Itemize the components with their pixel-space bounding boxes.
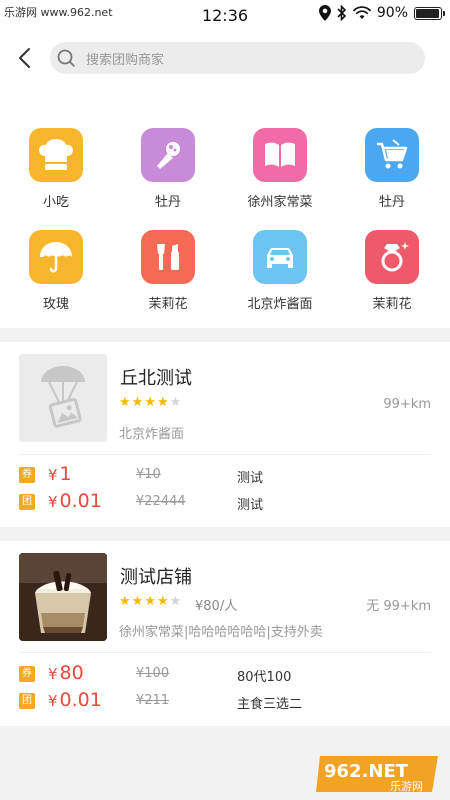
shop-distance: 无 99+km — [366, 599, 431, 614]
per-person-price: ¥80/人 — [195, 599, 238, 614]
battery-percent: 90% — [376, 5, 408, 21]
original-price: ¥100 — [136, 666, 170, 681]
category-tile — [365, 230, 419, 284]
car-icon — [267, 248, 293, 268]
book-icon — [265, 142, 295, 167]
category-item[interactable]: 徐州家常菜 — [224, 128, 336, 210]
star-filled-icon: ★ — [119, 594, 131, 609]
original-price: ¥10 — [136, 467, 161, 482]
star-empty-icon: ★ — [169, 594, 182, 609]
category-tile — [29, 128, 83, 182]
category-tile — [141, 230, 195, 284]
image-placeholder-icon — [41, 366, 85, 428]
search-placeholder: 搜索团购商家 — [86, 53, 165, 68]
divider — [19, 454, 431, 455]
deal-row[interactable]: 券 ¥80 ¥100 80代100 — [19, 662, 431, 686]
shop-card[interactable]: 测试店铺 ★ ★ ★ ★ ★ ¥80/人 无 99+km 徐州家常菜|哈哈哈哈哈哈|支持… — [0, 541, 450, 726]
star-filled-icon: ★ — [156, 395, 169, 410]
star-filled-icon: ★ — [144, 594, 156, 609]
back-arrow-icon[interactable] — [12, 44, 40, 72]
header-bar: 搜索团购商家 — [0, 32, 450, 88]
star-filled-icon: ★ — [131, 395, 144, 410]
chef-hat-icon — [39, 139, 73, 170]
ring-icon — [381, 242, 409, 272]
shop-name: 丘北测试 — [120, 368, 192, 389]
category-label: 玫瑰 — [42, 297, 69, 312]
makeup-icon — [157, 244, 179, 270]
deal-price: ¥1 — [48, 463, 72, 485]
category-tile — [253, 230, 307, 284]
location-icon — [318, 5, 331, 21]
shop-tags: 徐州家常菜|哈哈哈哈哈哈|支持外卖 — [119, 625, 323, 640]
star-filled-icon: ★ — [119, 395, 131, 410]
deal-description: 测试 — [237, 498, 264, 513]
search-input[interactable]: 搜索团购商家 — [50, 42, 425, 74]
category-tile — [29, 230, 83, 284]
search-icon — [57, 49, 75, 67]
deal-price: ¥0.01 — [48, 490, 102, 512]
category-item[interactable]: 牡丹 — [336, 128, 448, 210]
dessert-photo — [19, 553, 107, 641]
coupon-badge: 券 — [19, 467, 35, 483]
category-label: 北京炸酱面 — [247, 297, 313, 312]
star-filled-icon: ★ — [131, 594, 144, 609]
watermark-sub: 乐游网 — [390, 780, 423, 793]
shop-thumbnail — [19, 553, 107, 641]
original-price: ¥22444 — [136, 494, 186, 509]
category-tile — [365, 128, 419, 182]
rating-stars: ★ ★ ★ ★ ★ — [119, 595, 181, 608]
star-filled-icon: ★ — [156, 594, 169, 609]
watermark-text: 962.NET — [324, 761, 409, 782]
deal-row[interactable]: 券 ¥1 ¥10 测试 — [19, 463, 431, 487]
deal-description: 主食三选二 — [237, 697, 303, 712]
deal-row[interactable]: 团 ¥0.01 ¥22444 测试 — [19, 490, 431, 514]
shop-tags: 北京炸酱面 — [119, 427, 185, 442]
watermark-logo: 962.NET 乐游网 — [316, 756, 438, 793]
shop-name: 测试店铺 — [120, 567, 192, 588]
shopping-cart-icon — [377, 139, 408, 169]
category-label: 茉莉花 — [372, 297, 412, 312]
category-label: 茉莉花 — [148, 297, 188, 312]
deal-price: ¥0.01 — [48, 689, 102, 711]
status-icons: 90% — [318, 5, 445, 21]
shop-distance: 99+km — [383, 397, 431, 412]
star-filled-icon: ★ — [144, 395, 156, 410]
category-item[interactable]: 玫瑰 — [0, 230, 112, 312]
deal-description: 测试 — [237, 471, 264, 486]
category-label: 小吃 — [42, 195, 69, 210]
deal-price: ¥80 — [48, 662, 84, 684]
battery-icon — [414, 6, 445, 20]
category-label: 牡丹 — [378, 195, 405, 210]
category-item[interactable]: 茉莉花 — [336, 230, 448, 312]
bluetooth-icon — [337, 5, 347, 21]
deal-row[interactable]: 团 ¥0.01 ¥211 主食三选二 — [19, 689, 431, 713]
category-tile — [141, 128, 195, 182]
status-bar: 乐游网 www.962.net 12:36 90% — [0, 0, 450, 32]
star-empty-icon: ★ — [169, 395, 182, 410]
category-label: 徐州家常菜 — [247, 195, 313, 210]
rating-stars: ★ ★ ★ ★ ★ — [119, 396, 181, 409]
shop-card[interactable]: 丘北测试 ★ ★ ★ ★ ★ 99+km 北京炸酱面 券 ¥1 ¥10 测试 团 ¥0.… — [0, 342, 450, 527]
category-item[interactable]: 小吃 — [0, 128, 112, 210]
shop-thumbnail — [19, 354, 107, 442]
category-label: 牡丹 — [154, 195, 181, 210]
category-tile — [253, 128, 307, 182]
divider — [19, 652, 431, 653]
microphone-icon — [157, 142, 180, 169]
category-item[interactable]: 北京炸酱面 — [224, 230, 336, 312]
category-item[interactable]: 牡丹 — [112, 128, 224, 210]
deal-description: 80代100 — [237, 670, 292, 685]
umbrella-icon — [40, 242, 72, 273]
original-price: ¥211 — [136, 693, 170, 708]
category-item[interactable]: 茉莉花 — [112, 230, 224, 312]
group-badge: 团 — [19, 494, 35, 510]
coupon-badge: 券 — [19, 666, 35, 682]
category-grid: 小吃 牡丹 徐州家常菜 牡丹 玫瑰 茉莉花 北京炸酱面 茉莉花 — [0, 88, 450, 328]
wifi-icon — [353, 6, 371, 19]
group-badge: 团 — [19, 693, 35, 709]
